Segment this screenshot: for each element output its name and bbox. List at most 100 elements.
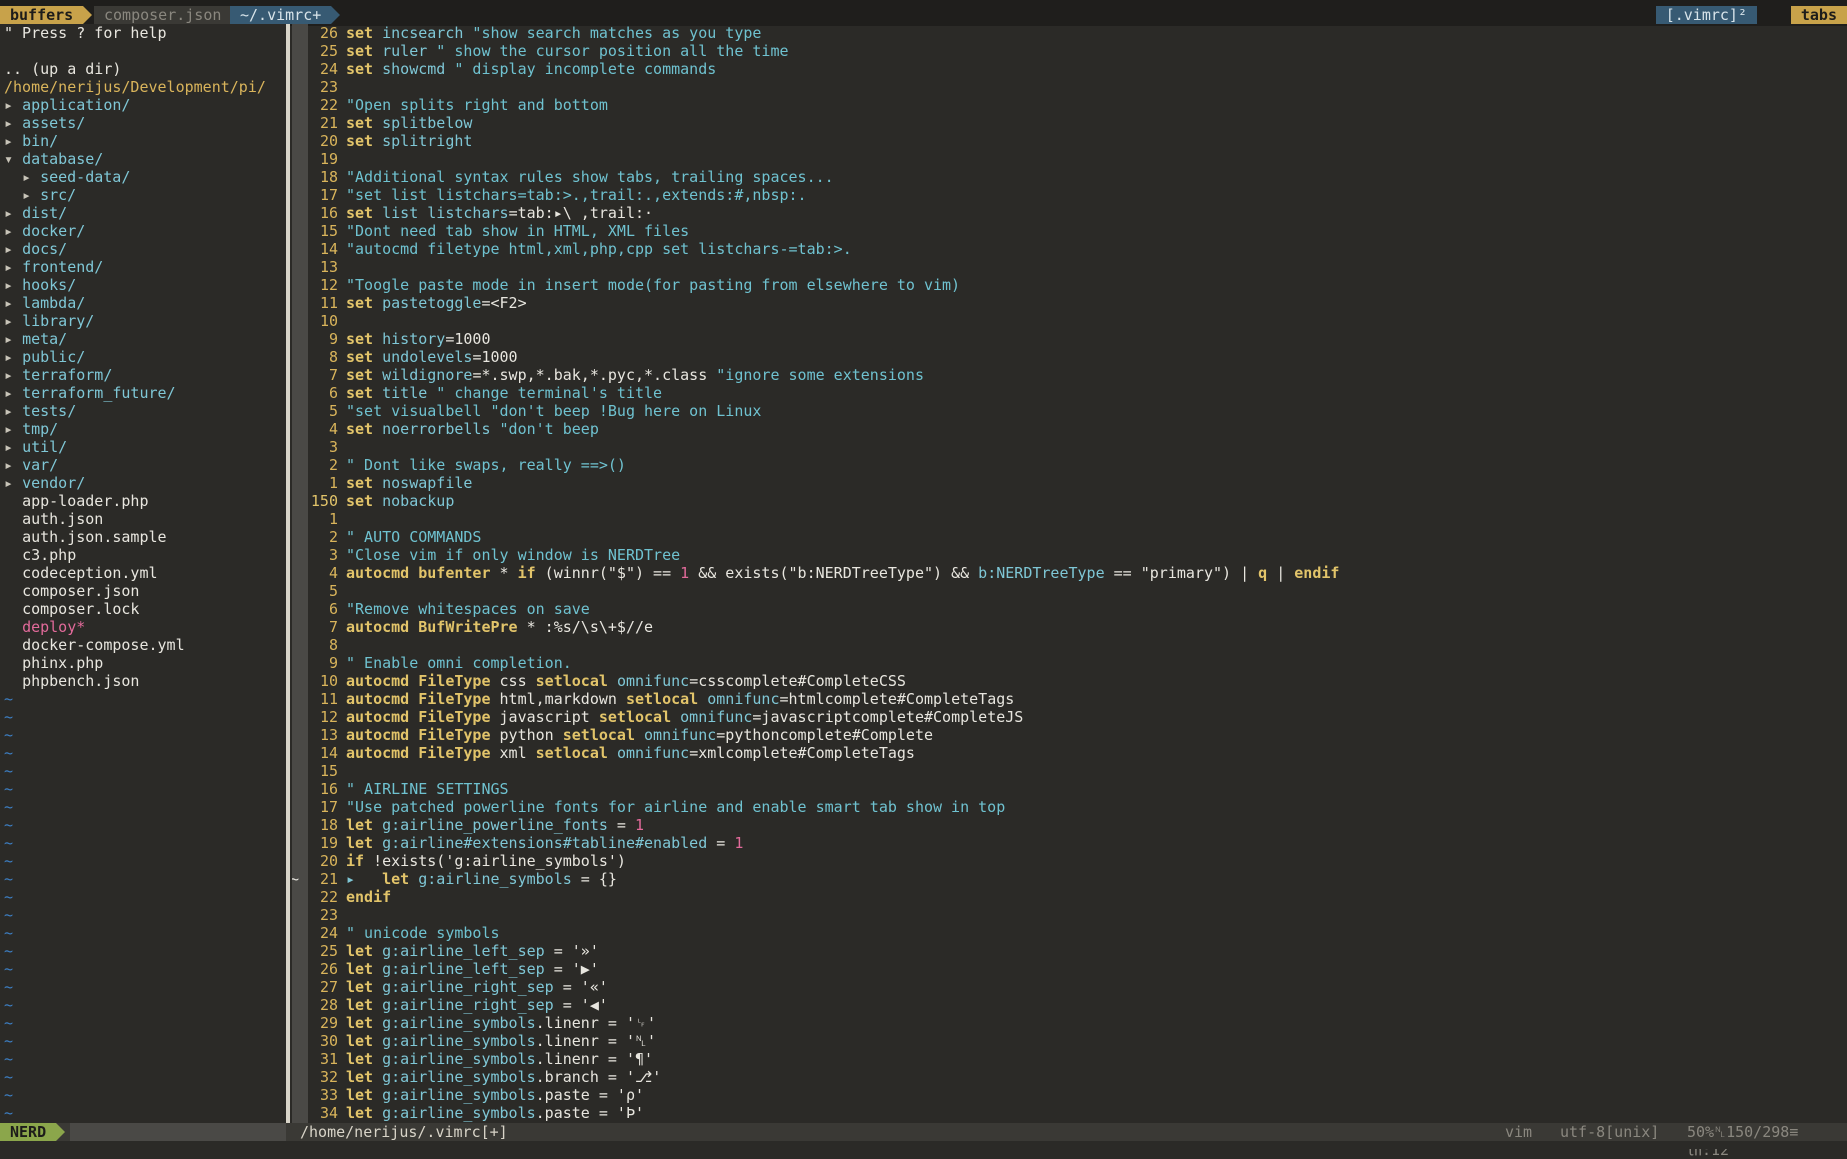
code-line[interactable]: 10	[292, 312, 346, 330]
code-line[interactable]: 17 "set list listchars=tab:>.,trail:.,ext…	[292, 186, 807, 204]
code-line[interactable]: 21 set splitbelow	[292, 114, 473, 132]
code-line[interactable]: 19	[292, 150, 346, 168]
code-line[interactable]: 150 set nobackup	[292, 492, 454, 510]
tree-file-item[interactable]: composer.lock	[4, 600, 139, 618]
code-line[interactable]: 10 autocmd FileType css setlocal omnifunc…	[292, 672, 906, 690]
nerdtree-pane[interactable]: " Press ? for help .. (up a dir)/home/ner…	[0, 24, 286, 1124]
tree-dir-item[interactable]: ▸ tmp/	[4, 420, 58, 438]
chevron-right-icon[interactable]: ▸	[4, 240, 22, 258]
code-line[interactable]: 33 let g:airline_symbols.paste = 'ρ'	[292, 1086, 644, 1104]
chevron-right-icon[interactable]: ▸	[4, 330, 22, 348]
code-line[interactable]: 22 endif	[292, 888, 391, 906]
tree-dir-item[interactable]: ▸ assets/	[4, 114, 85, 132]
chevron-right-icon[interactable]: ▸	[4, 96, 22, 114]
tree-dir-item[interactable]: ▸ seed-data/	[22, 168, 130, 186]
code-line[interactable]: 3 "Close vim if only window is NERDTree	[292, 546, 680, 564]
chevron-down-icon[interactable]: ▾	[4, 150, 22, 168]
code-line[interactable]: 23	[292, 78, 346, 96]
code-line[interactable]: 30 let g:airline_symbols.linenr = '␤'	[292, 1032, 656, 1050]
tree-file-item[interactable]: phpbench.json	[4, 672, 139, 690]
tree-dir-item[interactable]: ▸ terraform_future/	[4, 384, 176, 402]
code-line[interactable]: 29 let g:airline_symbols.linenr = '␊'	[292, 1014, 656, 1032]
tree-file-item[interactable]: c3.php	[4, 546, 76, 564]
code-line[interactable]: 25 set ruler " show the cursor position a…	[292, 42, 789, 60]
code-line[interactable]: 23	[292, 906, 346, 924]
tree-dir-item[interactable]: ▸ bin/	[4, 132, 58, 150]
tree-file-item[interactable]: app-loader.php	[4, 492, 148, 510]
code-line[interactable]: 24 " unicode symbols	[292, 924, 500, 942]
code-line[interactable]: 26 let g:airline_left_sep = '▶'	[292, 960, 599, 978]
chevron-right-icon[interactable]: ▸	[22, 168, 40, 186]
tree-dir-item[interactable]: ▸ docker/	[4, 222, 85, 240]
code-line[interactable]: 19 let g:airline#extensions#tabline#enabl…	[292, 834, 743, 852]
tree-dir-item[interactable]: ▸ vendor/	[4, 474, 85, 492]
code-line[interactable]: 2 " AUTO COMMANDS	[292, 528, 482, 546]
code-line[interactable]: 5	[292, 582, 346, 600]
code-line[interactable]: 26 set incsearch "show search matches as …	[292, 24, 761, 42]
code-line[interactable]: 32 let g:airline_symbols.branch = '⎇'	[292, 1068, 661, 1086]
code-line[interactable]: 17 "Use patched powerline fonts for airli…	[292, 798, 1005, 816]
chevron-right-icon[interactable]: ▸	[4, 276, 22, 294]
chevron-right-icon[interactable]: ▸	[4, 258, 22, 276]
chevron-right-icon[interactable]: ▸	[4, 366, 22, 384]
tree-dir-item[interactable]: ▸ application/	[4, 96, 130, 114]
code-line[interactable]: 15	[292, 762, 346, 780]
code-line[interactable]: 5 "set visualbell "don't beep !Bug here o…	[292, 402, 761, 420]
code-line[interactable]: 9 set history=1000	[292, 330, 491, 348]
tree-dir-item[interactable]: ▸ frontend/	[4, 258, 103, 276]
tree-file-item[interactable]: auth.json	[4, 510, 103, 528]
tree-dir-item[interactable]: ▸ docs/	[4, 240, 67, 258]
chevron-right-icon[interactable]: ▸	[4, 456, 22, 474]
tree-file-item[interactable]: auth.json.sample	[4, 528, 167, 546]
chevron-right-icon[interactable]: ▸	[4, 204, 22, 222]
tree-file-item[interactable]: deploy*	[4, 618, 85, 636]
code-editor[interactable]: 26 set incsearch "show search matches as …	[292, 24, 1847, 1125]
code-line[interactable]: ~21 ▸ let g:airline_symbols = {}	[292, 870, 617, 888]
chevron-right-icon[interactable]: ▸	[4, 384, 22, 402]
code-line[interactable]: 11 autocmd FileType html,markdown setloca…	[292, 690, 1014, 708]
code-line[interactable]: 1 set noswapfile	[292, 474, 472, 492]
chevron-right-icon[interactable]: ▸	[4, 294, 22, 312]
code-line[interactable]: 31 let g:airline_symbols.linenr = '¶'	[292, 1050, 653, 1068]
tree-dir-item[interactable]: ▸ dist/	[4, 204, 67, 222]
code-line[interactable]: 18 let g:airline_powerline_fonts = 1	[292, 816, 644, 834]
code-line[interactable]: 6 "Remove whitespaces on save	[292, 600, 590, 618]
code-line[interactable]: 12 "Toogle paste mode in insert mode(for …	[292, 276, 960, 294]
code-line[interactable]: 13	[292, 258, 346, 276]
tree-dir-item[interactable]: ▸ util/	[4, 438, 67, 456]
command-line[interactable]	[0, 1141, 1847, 1149]
code-line[interactable]: 20 set splitright	[292, 132, 473, 150]
tree-dir-item[interactable]: ▸ public/	[4, 348, 85, 366]
tab-buffers-label[interactable]: buffers	[0, 6, 93, 24]
code-line[interactable]: 28 let g:airline_right_sep = '◀'	[292, 996, 608, 1014]
tree-file-item[interactable]: codeception.yml	[4, 564, 157, 582]
nerdtree-root-path[interactable]: /home/nerijus/Development/pi/	[4, 78, 266, 96]
code-line[interactable]: 4 set noerrorbells "don't beep	[292, 420, 599, 438]
tree-dir-item[interactable]: ▸ library/	[4, 312, 94, 330]
tree-file-item[interactable]: composer.json	[4, 582, 139, 600]
tab-vimrc-buffer[interactable]: [.vimrc]²	[1655, 6, 1757, 24]
code-line[interactable]: 27 let g:airline_right_sep = '«'	[292, 978, 608, 996]
code-line[interactable]: 9 " Enable omni completion.	[292, 654, 572, 672]
code-line[interactable]: 25 let g:airline_left_sep = '»'	[292, 942, 599, 960]
vertical-separator[interactable]	[286, 24, 290, 1125]
code-line[interactable]: 16 " AIRLINE SETTINGS	[292, 780, 509, 798]
tab-vimrc[interactable]: ~/.vimrc+	[230, 6, 341, 24]
code-line[interactable]: 6 set title " change terminal's title	[292, 384, 662, 402]
tree-dir-item[interactable]: ▾ database/	[4, 150, 103, 168]
chevron-right-icon[interactable]: ▸	[4, 312, 22, 330]
code-line[interactable]: 14 "autocmd filetype html,xml,php,cpp set…	[292, 240, 852, 258]
tree-dir-item[interactable]: ▸ lambda/	[4, 294, 85, 312]
chevron-right-icon[interactable]: ▸	[4, 402, 22, 420]
code-line[interactable]: 7 set wildignore=*.swp,*.bak,*.pyc,*.clas…	[292, 366, 924, 384]
code-line[interactable]: 2 " Dont like swaps, really ==>()	[292, 456, 626, 474]
code-line[interactable]: 14 autocmd FileType xml setlocal omnifunc…	[292, 744, 915, 762]
tree-dir-item[interactable]: ▸ meta/	[4, 330, 67, 348]
tree-dir-item[interactable]: ▸ src/	[22, 186, 76, 204]
code-line[interactable]: 22 "Open splits right and bottom	[292, 96, 608, 114]
code-line[interactable]: 13 autocmd FileType python setlocal omnif…	[292, 726, 933, 744]
nerdtree-up-dir[interactable]: .. (up a dir)	[4, 60, 121, 78]
chevron-right-icon[interactable]: ▸	[4, 438, 22, 456]
code-line[interactable]: 34 let g:airline_symbols.paste = 'Þ'	[292, 1104, 644, 1122]
code-line[interactable]: 18 "Additional syntax rules show tabs, tr…	[292, 168, 834, 186]
